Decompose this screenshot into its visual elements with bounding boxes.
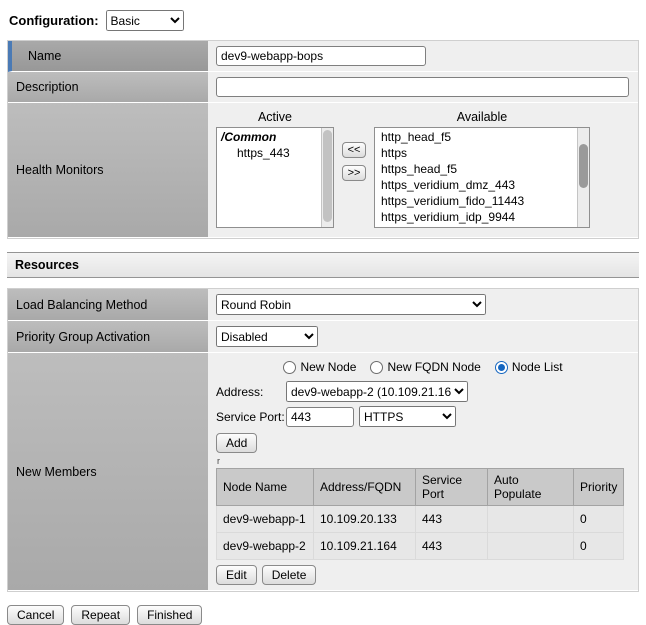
radio-icon[interactable] (370, 361, 383, 374)
member-row[interactable]: dev9-webapp-110.109.20.133443 0 (217, 506, 624, 533)
address-select[interactable]: dev9-webapp-2 (10.109.21.164) (286, 381, 468, 402)
active-monitor-item[interactable]: https_443 (217, 145, 321, 161)
name-row: Name (8, 41, 638, 72)
column-header-priority: Priority (574, 469, 624, 506)
member-cell: 0 (574, 533, 624, 560)
service-type-select[interactable]: HTTPS (359, 406, 456, 427)
cancel-button[interactable]: Cancel (7, 605, 64, 625)
description-input[interactable] (216, 77, 629, 97)
health-monitors-label: Health Monitors (8, 103, 208, 238)
form-footer: Cancel Repeat Finished (7, 605, 639, 625)
active-list-header: Active (216, 110, 334, 127)
configuration-label: Configuration: (9, 13, 99, 28)
finished-button[interactable]: Finished (137, 605, 202, 625)
member-cell (488, 506, 574, 533)
load-balancing-row: Load Balancing Method Round Robin (8, 289, 638, 321)
repeat-button[interactable]: Repeat (71, 605, 130, 625)
available-list-scrollbar[interactable] (577, 128, 589, 227)
general-properties-table: Name Description Health Monitors Active … (7, 40, 639, 239)
priority-group-select[interactable]: Disabled (216, 326, 318, 347)
service-port-label: Service Port: (216, 410, 286, 424)
active-partition-group: /Common (217, 129, 321, 145)
member-row[interactable]: dev9-webapp-210.109.21.164443 0 (217, 533, 624, 560)
active-monitors-list[interactable]: /Common https_443 (216, 127, 334, 228)
available-monitors-items: http_head_f5httpshttps_head_f5https_veri… (375, 128, 577, 227)
load-balancing-select[interactable]: Round Robin (216, 294, 486, 315)
member-cell: dev9-webapp-1 (217, 506, 314, 533)
member-cell: 443 (416, 533, 488, 560)
available-monitor-item[interactable]: https_veridium_dmz_443 (375, 177, 577, 193)
radio-label-text: New Node (300, 360, 356, 374)
resources-table: Load Balancing Method Round Robin Priori… (7, 288, 639, 592)
radio-new-node[interactable]: New Node (283, 360, 356, 374)
available-monitor-item[interactable]: https_veridium_fido_11443 (375, 193, 577, 209)
add-member-button[interactable]: Add (216, 433, 257, 453)
configuration-bar: Configuration: Basic (9, 10, 639, 31)
scrollbar-thumb[interactable] (323, 130, 332, 222)
radio-icon[interactable] (495, 361, 508, 374)
available-monitor-item[interactable]: https (375, 145, 577, 161)
radio-label-text: New FQDN Node (387, 360, 480, 374)
column-header-service-port: Service Port (416, 469, 488, 506)
name-input[interactable] (216, 46, 426, 66)
load-balancing-label: Load Balancing Method (8, 289, 208, 321)
active-list-scrollbar[interactable] (321, 128, 333, 227)
members-table: Node Name Address/FQDN Service Port Auto… (216, 468, 624, 560)
name-label: Name (8, 41, 208, 72)
members-table-body: dev9-webapp-110.109.20.1334430dev9-webap… (217, 506, 624, 560)
available-monitor-item[interactable]: https_veridium_idp_9944 (375, 209, 577, 225)
available-list-header: Available (374, 110, 590, 127)
priority-group-label: Priority Group Activation (8, 321, 208, 353)
edit-member-button[interactable]: Edit (216, 565, 257, 585)
available-monitor-item[interactable]: https_head_f5 (375, 161, 577, 177)
move-left-button[interactable]: << (342, 142, 366, 158)
health-monitors-row: Health Monitors Active /Common https_443… (8, 103, 638, 238)
service-port-input[interactable] (286, 407, 354, 427)
member-cell: 0 (574, 506, 624, 533)
member-cell: 10.109.21.164 (314, 533, 416, 560)
member-cell (488, 533, 574, 560)
radio-icon[interactable] (283, 361, 296, 374)
address-label: Address: (216, 385, 286, 399)
column-header-node-name: Node Name (217, 469, 314, 506)
available-monitors-list[interactable]: http_head_f5httpshttps_head_f5https_veri… (374, 127, 590, 228)
node-type-radios: New Node New FQDN Node Node List (216, 360, 630, 374)
move-right-button[interactable]: >> (342, 165, 366, 181)
available-monitor-item[interactable]: http_head_f5 (375, 129, 577, 145)
member-cell: 443 (416, 506, 488, 533)
description-row: Description (8, 72, 638, 103)
configuration-select[interactable]: Basic (106, 10, 184, 31)
column-header-address-fqdn: Address/FQDN (314, 469, 416, 506)
column-header-auto-populate: Auto Populate (488, 469, 574, 506)
stray-text: r (217, 457, 630, 466)
resources-section-header: Resources (7, 252, 639, 278)
priority-group-row: Priority Group Activation Disabled (8, 321, 638, 353)
description-label: Description (8, 72, 208, 103)
members-table-header-row: Node Name Address/FQDN Service Port Auto… (217, 469, 624, 506)
radio-new-fqdn-node[interactable]: New FQDN Node (370, 360, 480, 374)
member-cell: 10.109.20.133 (314, 506, 416, 533)
radio-label-text: Node List (512, 360, 563, 374)
new-members-row: New Members New Node New FQDN Node Node Li… (8, 353, 638, 591)
member-cell: dev9-webapp-2 (217, 533, 314, 560)
scrollbar-thumb[interactable] (579, 144, 588, 188)
radio-node-list[interactable]: Node List (495, 360, 563, 374)
new-members-label: New Members (8, 353, 208, 591)
delete-member-button[interactable]: Delete (262, 565, 317, 585)
